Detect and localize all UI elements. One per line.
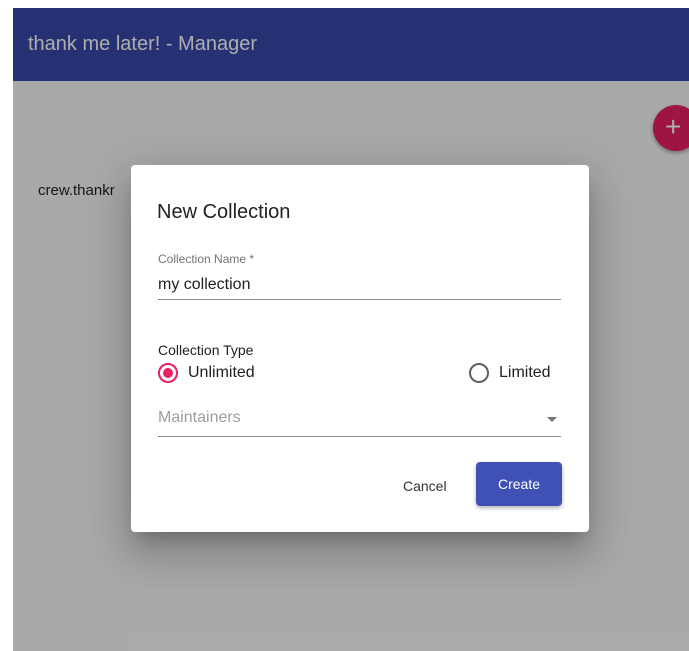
collection-name-label: Collection Name * — [158, 252, 255, 266]
radio-unchecked-icon[interactable] — [469, 363, 489, 383]
radio-checked-icon[interactable] — [158, 363, 178, 383]
maintainers-select[interactable]: Maintainers — [158, 403, 561, 437]
new-collection-dialog: New Collection Collection Name * Collect… — [131, 165, 589, 532]
dialog-title: New Collection — [157, 201, 291, 223]
maintainers-placeholder: Maintainers — [158, 409, 241, 426]
create-button[interactable]: Create — [476, 462, 562, 506]
collection-type-label: Collection Type — [158, 342, 254, 358]
radio-limited-label: Limited — [499, 364, 551, 381]
cancel-button[interactable]: Cancel — [397, 466, 453, 506]
radio-limited[interactable]: Limited — [469, 362, 551, 384]
collection-name-input[interactable] — [158, 270, 561, 300]
app-window: thank me later! - Manager crew.thankr + … — [13, 8, 689, 651]
dropdown-arrow-icon — [547, 417, 557, 422]
radio-unlimited-label: Unlimited — [188, 364, 255, 381]
radio-unlimited[interactable]: Unlimited — [158, 362, 255, 384]
